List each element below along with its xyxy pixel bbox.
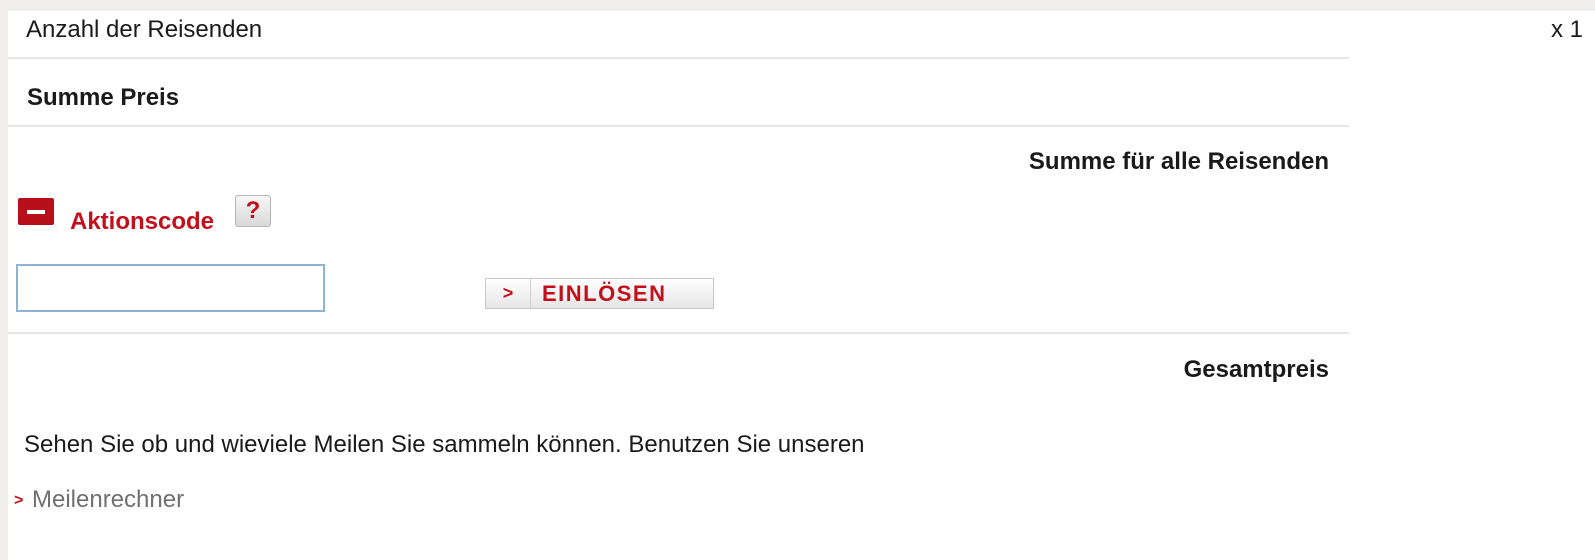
chevron-right-icon: > xyxy=(14,492,24,509)
total-equals: = xyxy=(1370,356,1385,383)
travelers-count: x 1 xyxy=(1550,16,1583,43)
divider xyxy=(8,57,1349,59)
sum-all-equals: = xyxy=(1370,148,1385,175)
redeem-button-label: EINLÖSEN xyxy=(542,281,667,306)
total-value: 737.50 xyxy=(1509,356,1583,383)
divider xyxy=(8,332,1349,334)
redeem-button[interactable]: > EINLÖSEN xyxy=(485,278,714,309)
sum-price-value: 737.50 xyxy=(1509,84,1583,111)
sum-price-label: Summe Preis xyxy=(27,84,180,111)
total-label: Gesamtpreis xyxy=(1183,356,1329,383)
help-icon-glyph: ? xyxy=(245,197,261,224)
chevron-right-icon: > xyxy=(486,279,531,308)
miles-calculator-link[interactable]: Meilenrechner xyxy=(32,486,184,514)
sum-all-value: 737.50 xyxy=(1509,148,1583,175)
divider xyxy=(8,125,1349,127)
sum-all-label: Summe für alle Reisenden xyxy=(1028,148,1329,175)
promo-code-toggle[interactable]: Aktionscode xyxy=(70,208,214,236)
travelers-label: Anzahl der Reisenden xyxy=(26,16,263,43)
minus-icon[interactable] xyxy=(18,198,54,225)
discount-value: 0 xyxy=(1569,285,1583,312)
promo-code-input[interactable] xyxy=(16,264,325,312)
help-icon[interactable]: ? xyxy=(235,195,271,227)
miles-info-text: Sehen Sie ob und wieviele Meilen Sie sam… xyxy=(24,431,865,458)
